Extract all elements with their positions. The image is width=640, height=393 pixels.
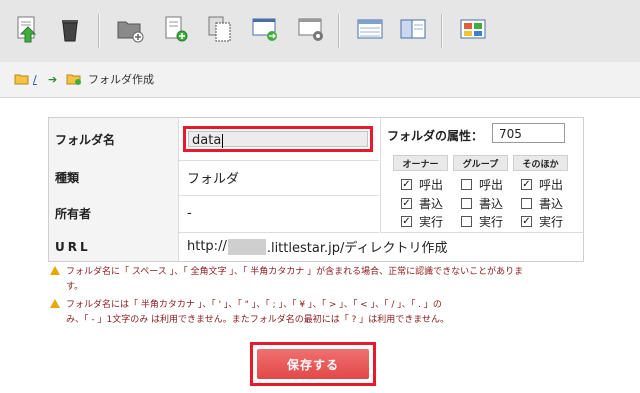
owner-label: 所有者 (49, 195, 179, 232)
perm-group-read-checkbox[interactable] (461, 179, 472, 190)
perm-other-write-checkbox[interactable] (521, 198, 532, 209)
url-label: URL (49, 232, 179, 261)
folder-name-highlight: data (183, 126, 373, 152)
type-row: 種類 フォルダ (49, 160, 379, 196)
perm-owner-exec-checkbox[interactable]: ✓ (401, 216, 412, 227)
settings-icon[interactable] (296, 14, 326, 44)
detail-view-icon[interactable] (398, 14, 428, 44)
list-view-icon[interactable] (355, 14, 385, 44)
perm-label: 書込 (479, 197, 504, 211)
perm-header-other: そのほか (513, 155, 568, 171)
note-text: フォルダ名には「 半角カタカナ 」、「 ' 」、「 " 」、「 ; 」、「 ¥ … (66, 300, 442, 310)
new-folder-icon[interactable] (115, 14, 145, 44)
warning-icon (50, 299, 60, 308)
toolbar-separator (338, 14, 340, 48)
thumbnail-view-icon[interactable] (458, 14, 488, 44)
open-folder-icon[interactable] (14, 70, 30, 88)
url-prefix: http:// (187, 239, 227, 254)
warning-note-2: フォルダ名には「 半角カタカナ 」、「 ' 」、「 " 」、「 ; 」、「 ¥ … (50, 298, 449, 328)
perm-label: 呼出 (419, 178, 444, 192)
url-value: http:// .littlestar.jp/ディレクトリ作成 (187, 232, 447, 261)
url-redacted (227, 238, 266, 255)
perm-label: 呼出 (479, 178, 504, 192)
breadcrumb-root-link[interactable]: / (33, 70, 37, 88)
copy-icon[interactable] (205, 14, 235, 44)
permissions-panel: フォルダの属性： 705 オーナー グループ そのほか ✓ 呼出 呼出 ✓ 呼出… (380, 118, 584, 233)
folder-name-value: data (192, 133, 222, 148)
warning-icon (50, 266, 60, 275)
perm-label: 実行 (539, 215, 564, 229)
permissions-input[interactable]: 705 (492, 123, 565, 143)
type-value: フォルダ (187, 172, 240, 187)
perm-label: 実行 (419, 215, 444, 229)
perm-group-write-checkbox[interactable] (461, 198, 472, 209)
toolbar-separator (98, 14, 100, 48)
perm-label: 書込 (539, 197, 564, 211)
text-caret (222, 133, 224, 148)
perm-owner-read-checkbox[interactable]: ✓ (401, 179, 412, 190)
folder-name-label: フォルダ名 (49, 118, 179, 160)
folder-name-input[interactable]: data (188, 131, 368, 148)
type-label: 種類 (49, 160, 179, 195)
url-row: URL http:// .littlestar.jp/ディレクトリ作成 (49, 232, 583, 261)
note-text: フォルダ名に「 スペース 」、「 全角文字 」、「 半角カタカナ 」が含まれる場… (66, 267, 524, 277)
perm-header-owner: オーナー (393, 155, 448, 171)
perm-group-exec-checkbox[interactable] (461, 216, 472, 227)
new-file-icon[interactable] (161, 14, 191, 44)
arrow-right-icon: ➔ (48, 72, 58, 86)
save-button[interactable]: 保存する (257, 349, 369, 379)
trash-icon[interactable] (55, 14, 85, 44)
save-button-highlight: 保存する (250, 342, 376, 386)
perm-label: 書込 (419, 197, 444, 211)
perm-header-group: グループ (453, 155, 508, 171)
permissions-title: フォルダの属性： (387, 129, 484, 143)
perm-other-read-checkbox[interactable]: ✓ (521, 179, 532, 190)
upload-file-icon[interactable] (12, 14, 42, 44)
warning-note-1: フォルダ名に「 スペース 」、「 全角文字 」、「 半角カタカナ 」が含まれる場… (50, 265, 523, 295)
perm-label: 実行 (479, 215, 504, 229)
url-suffix: .littlestar.jp/ディレクトリ作成 (266, 241, 448, 256)
owner-row: 所有者 - (49, 195, 379, 233)
toolbar-separator (441, 14, 443, 48)
note-text: み、「 - 」1文字のみ は利用できません。またフォルダ名の最初には「 ? 」は… (66, 315, 450, 325)
move-icon[interactable] (250, 14, 280, 44)
perm-owner-write-checkbox[interactable]: ✓ (401, 198, 412, 209)
owner-value: - (187, 206, 192, 221)
perm-label: 呼出 (539, 178, 564, 192)
breadcrumb-current: フォルダ作成 (88, 73, 154, 86)
folder-form: フォルダ名 data 種類 フォルダ 所有者 - URL http:// .li… (48, 117, 584, 262)
toolbar (0, 0, 640, 63)
folder-name-row: フォルダ名 data (49, 118, 379, 161)
note-text: す。 (66, 282, 84, 292)
perm-other-exec-checkbox[interactable]: ✓ (521, 216, 532, 227)
breadcrumb: / ➔ フォルダ作成 (0, 62, 640, 98)
folder-add-icon (66, 70, 82, 88)
